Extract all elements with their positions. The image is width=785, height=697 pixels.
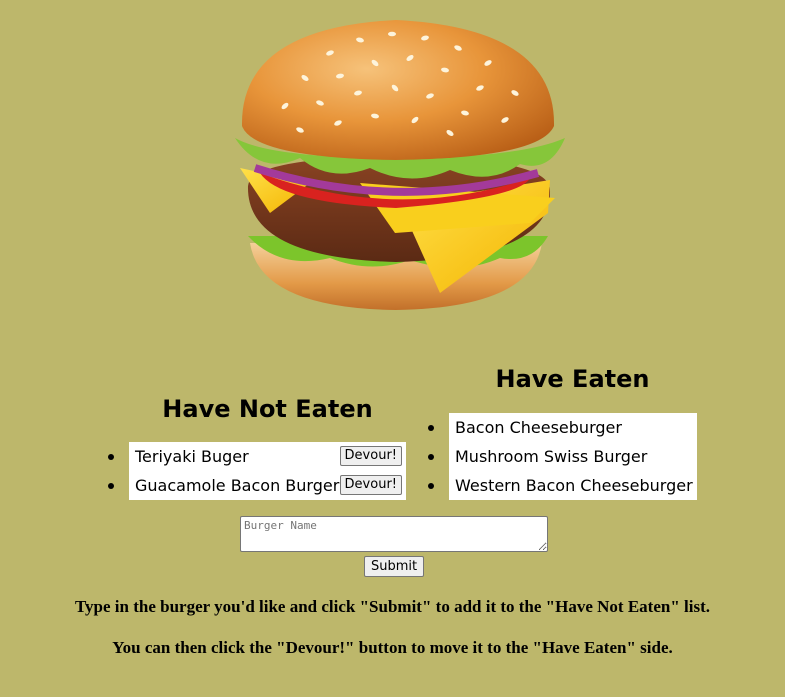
- bullet-icon: [108, 454, 114, 460]
- have-eaten-column: Have Eaten: [430, 365, 715, 393]
- burger-name: Western Bacon Cheeseburger: [455, 476, 693, 495]
- list-item: Guacamole Bacon Burger Devour!: [108, 471, 406, 500]
- burger-name-input[interactable]: [240, 516, 548, 552]
- instructions-text: You can then click the "Devour!" button …: [112, 638, 673, 657]
- devour-button[interactable]: Devour!: [339, 446, 402, 466]
- submit-button[interactable]: Submit: [364, 556, 425, 577]
- list-item: Western Bacon Cheeseburger: [428, 471, 697, 500]
- have-not-eaten-column: Have Not Eaten: [110, 395, 425, 423]
- burger-name: Mushroom Swiss Burger: [455, 447, 648, 466]
- have-eaten-heading: Have Eaten: [495, 365, 650, 393]
- have-not-eaten-heading: Have Not Eaten: [162, 395, 373, 423]
- hamburger-image: [235, 20, 565, 310]
- burger-name: Guacamole Bacon Burger: [135, 476, 340, 495]
- bullet-icon: [108, 483, 114, 489]
- instructions-text: Type in the burger you'd like and click …: [74, 597, 710, 616]
- burger-name: Bacon Cheeseburger: [455, 418, 622, 437]
- list-item: Bacon Cheeseburger: [428, 413, 697, 442]
- bullet-icon: [428, 454, 434, 460]
- have-eaten-list: Bacon Cheeseburger Mushroom Swiss Burger…: [428, 413, 697, 500]
- have-not-eaten-list: Teriyaki Buger Devour! Guacamole Bacon B…: [108, 442, 406, 500]
- list-item: Mushroom Swiss Burger: [428, 442, 697, 471]
- bullet-icon: [428, 425, 434, 431]
- devour-button[interactable]: Devour!: [339, 475, 402, 495]
- burger-name: Teriyaki Buger: [135, 447, 249, 466]
- bullet-icon: [428, 483, 434, 489]
- list-item: Teriyaki Buger Devour!: [108, 442, 406, 471]
